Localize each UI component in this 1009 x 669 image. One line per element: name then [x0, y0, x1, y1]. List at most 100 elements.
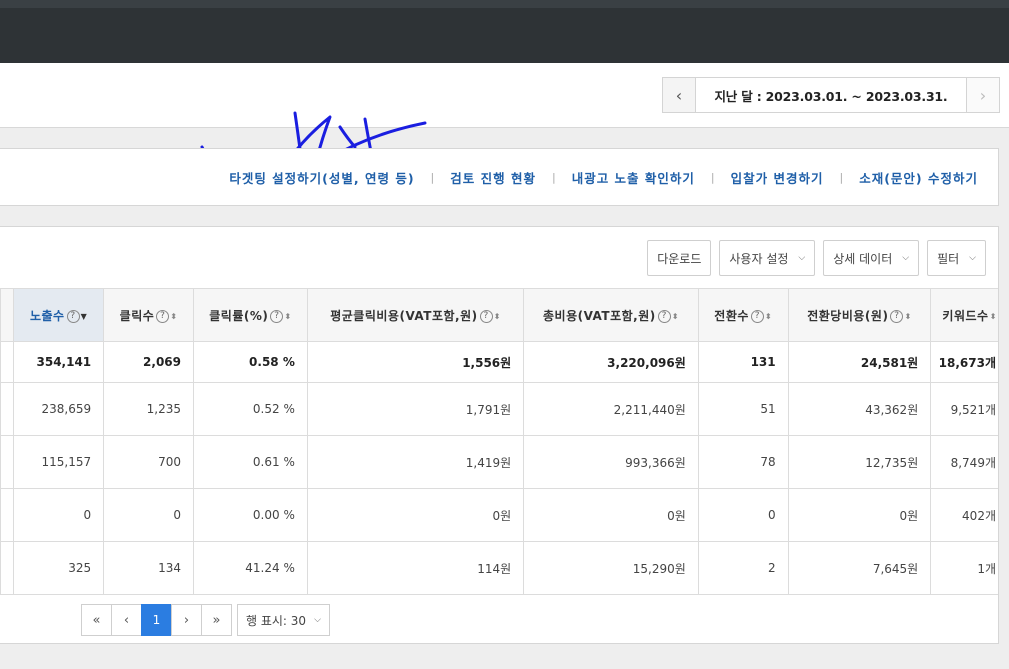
current-page-button[interactable]: 1: [141, 604, 172, 636]
row-select-column: [0, 288, 14, 342]
table-cell: 0원: [523, 488, 699, 542]
table-cell: 0: [697, 488, 789, 542]
table-row: 115,157 700 0.61 % 1,419원 993,366원 78 12…: [0, 435, 998, 489]
first-page-button[interactable]: «: [81, 604, 112, 636]
column-header-avg-cpc[interactable]: 평균클릭비용(VAT포함,원)? ⬍: [306, 288, 525, 342]
download-button-label: 다운로드: [657, 251, 702, 266]
top-navigation-bar: [0, 0, 1009, 63]
table-cell: 9,521개: [930, 382, 998, 436]
table-cell: 51: [697, 382, 789, 436]
column-label: 전환당비용(원): [807, 308, 889, 323]
table-cell: 8,749개: [930, 435, 998, 489]
table-cell: 1,556원: [306, 341, 525, 383]
link-targeting-settings[interactable]: 타겟팅 설정하기(성별, 연령 등): [229, 168, 414, 187]
table-cell: 1,235: [103, 382, 194, 436]
table-cell: 1개: [930, 541, 998, 595]
table-cell: 41.24 %: [193, 541, 308, 595]
sort-icon: ⬍: [989, 311, 997, 321]
column-header-cost-per-conversion[interactable]: 전환당비용(원)? ⬍: [787, 288, 932, 342]
table-cell: 18,673개: [930, 341, 998, 383]
column-label: 키워드수: [942, 308, 989, 323]
filter-dropdown[interactable]: 필터 ⌵: [927, 240, 986, 276]
column-header-ctr[interactable]: 클릭률(%)? ⬍: [193, 288, 308, 342]
column-header-clicks[interactable]: 클릭수? ⬍: [103, 288, 194, 342]
previous-period-button[interactable]: ‹: [663, 78, 696, 112]
link-change-bid[interactable]: 입찰가 변경하기: [731, 168, 824, 187]
sort-icon: ⬍: [904, 311, 912, 321]
report-table-panel: 다운로드 사용자 설정 ⌵ 상세 데이터 ⌵ 필터 ⌵ 노출수 ? ▼ 클릭수 …: [0, 226, 999, 644]
last-page-button[interactable]: »: [201, 604, 232, 636]
column-label: 노출수: [29, 308, 65, 323]
table-cell: [0, 435, 14, 489]
table-cell: 1,791원: [306, 382, 525, 436]
table-cell: 0.00 %: [193, 488, 308, 542]
column-header-impressions[interactable]: 노출수? ▼: [12, 288, 105, 342]
next-period-button[interactable]: ›: [966, 78, 999, 112]
column-header-total-cost[interactable]: 총비용(VAT포함,원)? ⬍: [523, 288, 699, 342]
table-cell: 7,645원: [787, 541, 932, 595]
table-cell: [0, 382, 14, 436]
report-grid: 노출수? ▼ 클릭수? ⬍ 클릭률(%)? ⬍ 평균클릭비용(VAT포함,원)? ⬍ 총…: [0, 288, 998, 595]
sort-icon: ⬍: [764, 311, 773, 321]
table-cell: 2,211,440원: [523, 382, 699, 436]
table-cell: [0, 541, 14, 595]
help-icon[interactable]: ?: [657, 309, 671, 323]
help-icon[interactable]: ?: [66, 309, 80, 323]
next-page-button[interactable]: ›: [171, 604, 202, 636]
table-row: 238,659 1,235 0.52 % 1,791원 2,211,440원 5…: [0, 382, 998, 436]
link-check-my-ad-exposure[interactable]: 내광고 노출 확인하기: [572, 168, 695, 187]
table-cell: 12,735원: [787, 435, 932, 489]
previous-page-button[interactable]: ‹: [111, 604, 142, 636]
chevron-down-icon: ⌵: [902, 253, 910, 263]
table-cell: 78: [697, 435, 789, 489]
sort-desc-icon: ▼: [80, 311, 88, 321]
table-cell: 114원: [306, 541, 525, 595]
table-cell: 0원: [306, 488, 525, 542]
table-cell: [0, 341, 14, 383]
pagination: « ‹ 1 › » 행 표시: 30 ⌵: [81, 604, 330, 636]
link-edit-creative[interactable]: 소재(문안) 수정하기: [859, 168, 978, 187]
chevron-right-icon: ›: [979, 85, 987, 105]
download-button[interactable]: 다운로드: [647, 240, 712, 276]
column-header-conversions[interactable]: 전환수? ⬍: [697, 288, 789, 342]
separator: |: [710, 170, 715, 184]
help-icon[interactable]: ?: [750, 309, 764, 323]
table-cell: 0.61 %: [193, 435, 308, 489]
rows-per-page-label: 행 표시: 30: [246, 613, 307, 628]
chevron-down-icon: ⌵: [969, 253, 976, 263]
link-review-status[interactable]: 검토 진행 현황: [450, 168, 536, 187]
detail-data-label: 상세 데이터: [833, 251, 893, 266]
table-cell: 993,366원: [523, 435, 699, 489]
table-cell: 115,157: [12, 435, 105, 489]
column-label: 평균클릭비용(VAT포함,원): [330, 308, 478, 323]
table-cell: 402개: [930, 488, 998, 542]
table-cell: 15,290원: [523, 541, 699, 595]
help-icon[interactable]: ?: [890, 309, 904, 323]
table-total-row: 354,141 2,069 0.58 % 1,556원 3,220,096원 1…: [0, 341, 998, 383]
column-label: 클릭수: [119, 308, 155, 323]
table-row: 0 0 0.00 % 0원 0원 0 0원 402개: [0, 488, 998, 542]
column-header-keyword-count[interactable]: 키워드수⬍: [930, 288, 998, 342]
help-icon[interactable]: ?: [270, 309, 284, 323]
quick-links-panel: 타겟팅 설정하기(성별, 연령 등) | 검토 진행 현황 | 내광고 노출 확…: [0, 148, 999, 206]
rows-per-page-select[interactable]: 행 표시: 30 ⌵: [237, 604, 330, 636]
separator: |: [839, 170, 844, 184]
column-label: 총비용(VAT포함,원): [542, 308, 656, 323]
user-settings-dropdown[interactable]: 사용자 설정 ⌵: [719, 240, 816, 276]
sort-icon: ⬍: [284, 311, 292, 321]
report-table: 노출수? ▼ 클릭수? ⬍ 클릭률(%)? ⬍ 평균클릭비용(VAT포함,원)? ⬍ 총…: [0, 288, 998, 595]
table-cell: 354,141: [12, 341, 105, 383]
table-cell: 134: [103, 541, 194, 595]
help-icon[interactable]: ?: [156, 309, 170, 323]
sort-icon: ⬍: [493, 311, 501, 321]
table-cell: 238,659: [12, 382, 105, 436]
table-cell: 131: [697, 341, 789, 383]
separator: |: [430, 170, 435, 184]
help-icon[interactable]: ?: [479, 309, 493, 323]
chevron-left-icon: ‹: [675, 85, 683, 105]
filter-label: 필터: [937, 251, 960, 266]
chevron-down-icon: ⌵: [314, 615, 321, 625]
table-header-row: 노출수? ▼ 클릭수? ⬍ 클릭률(%)? ⬍ 평균클릭비용(VAT포함,원)? ⬍ 총…: [0, 288, 998, 342]
detail-data-dropdown[interactable]: 상세 데이터 ⌵: [823, 240, 920, 276]
sort-icon: ⬍: [671, 311, 679, 321]
